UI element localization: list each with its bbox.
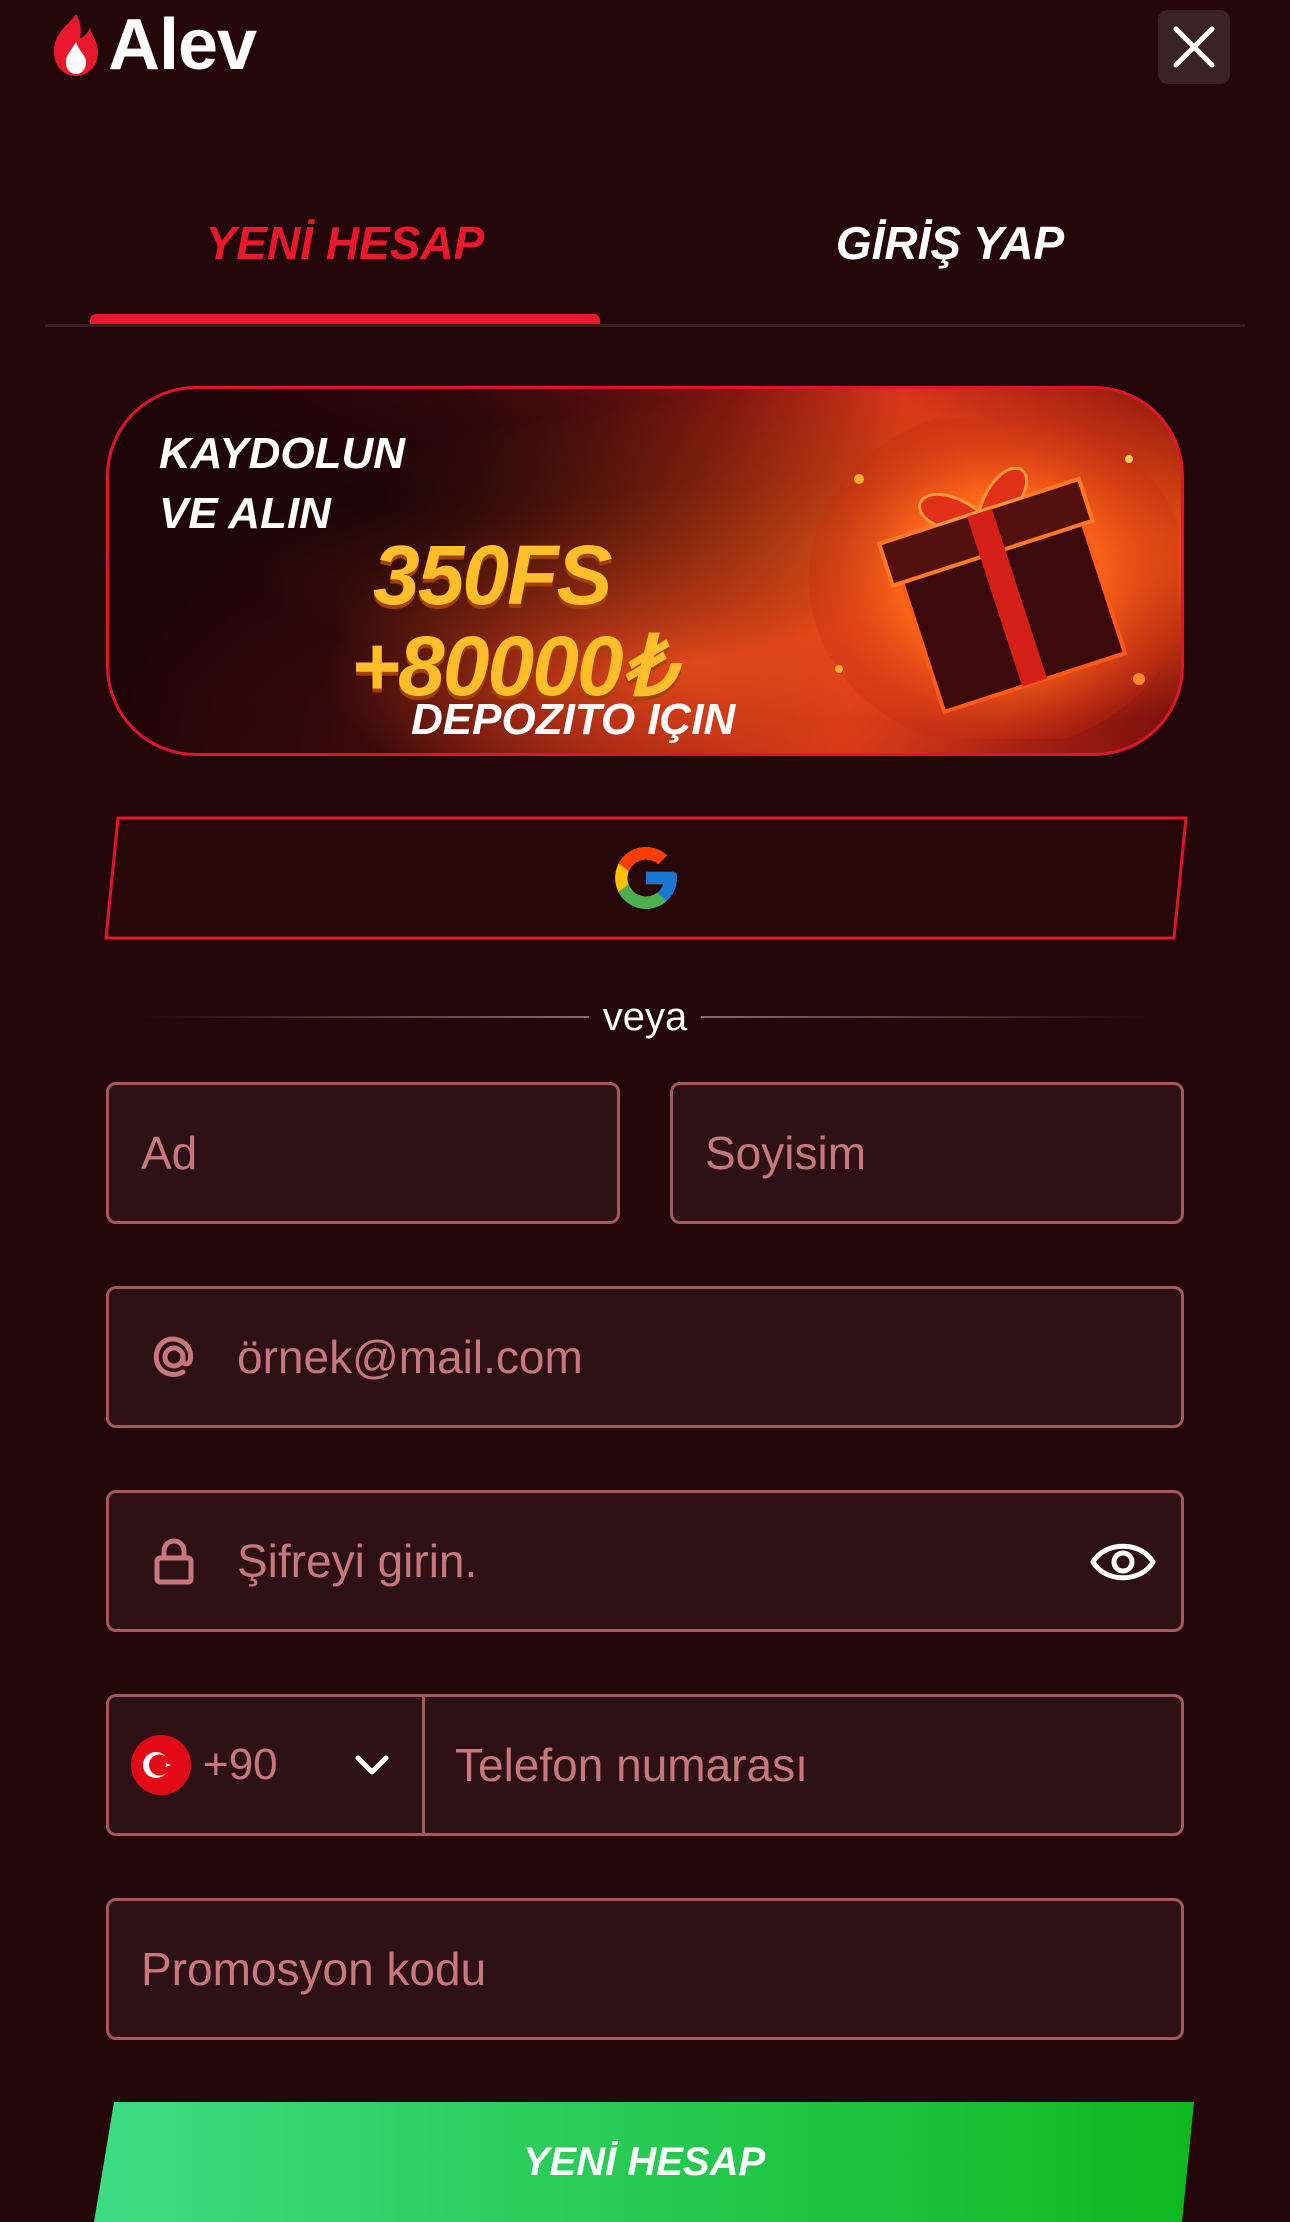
last-name-placeholder: Soyisim [705, 1127, 867, 1179]
first-name-placeholder: Ad [141, 1127, 198, 1179]
flame-icon [54, 14, 98, 76]
last-name-field[interactable]: Soyisim [670, 1082, 1184, 1224]
promo-code-placeholder: Promosyon kodu [141, 1943, 487, 1995]
phone-placeholder: Telefon numarası [455, 1739, 808, 1791]
email-placeholder: örnek@mail.com [237, 1331, 583, 1383]
divider-text: veya [602, 994, 688, 1039]
submit-button-label: YENİ HESAP [522, 2140, 766, 2184]
email-field[interactable]: örnek@mail.com [106, 1286, 1184, 1428]
tab-active-indicator [90, 314, 600, 324]
divider-line-right [701, 1016, 1150, 1018]
country-code: +90 [203, 1740, 278, 1789]
first-name-field[interactable]: Ad [106, 1082, 620, 1224]
password-placeholder: Şifreyi girin. [237, 1535, 478, 1587]
google-icon [615, 847, 677, 909]
country-code-select[interactable]: +90 [109, 1697, 425, 1833]
or-divider: veya [140, 992, 1150, 1042]
banner-line-5: DEPOZITO IÇIN [411, 695, 736, 744]
logo[interactable]: Alev [46, 5, 257, 85]
promo-banner[interactable]: KAYDOLUN VE ALIN 350FS +80000₺ DEPOZITO … [106, 386, 1184, 756]
at-icon [153, 1336, 194, 1377]
close-button[interactable] [1158, 10, 1230, 84]
banner-line-2: VE ALIN [159, 489, 331, 538]
tab-login[interactable]: GİRİŞ YAP [690, 208, 1210, 278]
eye-icon[interactable] [1089, 1533, 1157, 1591]
google-signup-button[interactable] [104, 816, 1188, 940]
password-field[interactable]: Şifreyi girin. [106, 1490, 1184, 1632]
logo-text: Alev [108, 5, 257, 85]
promo-code-field[interactable]: Promosyon kodu [106, 1898, 1184, 2040]
turkey-flag-icon [131, 1735, 191, 1795]
chevron-down-icon [355, 1755, 389, 1775]
phone-field[interactable]: +90 Telefon numarası [106, 1694, 1184, 1836]
tabs-divider [45, 324, 1245, 327]
banner-line-1: KAYDOLUN [159, 429, 406, 478]
gift-box-image [809, 419, 1179, 739]
tab-new-account[interactable]: YENİ HESAP [90, 208, 600, 278]
banner-free-spins: 350FS [373, 528, 612, 622]
close-icon [1173, 26, 1215, 68]
divider-line-left [140, 1016, 589, 1018]
lock-icon [154, 1538, 194, 1585]
create-account-button[interactable]: YENİ HESAP [94, 2102, 1194, 2222]
